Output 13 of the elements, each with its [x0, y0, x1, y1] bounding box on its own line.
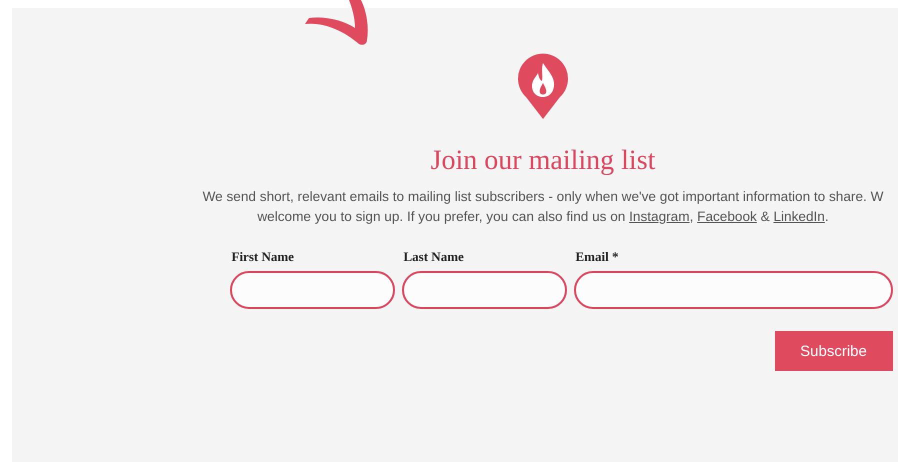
- field-label: Last Name: [402, 249, 465, 265]
- input-field[interactable]: [230, 271, 394, 309]
- heading: Join our mailing list: [430, 145, 656, 177]
- field-label: Email *: [574, 249, 620, 265]
- subscribe-button[interactable]: Subscribe: [774, 331, 892, 371]
- intro-text: We send short, relevant emails to mailing list subscribers - only when we've got important information to share. W welcome you to sign up. If you prefer, you can also find us on Instagram, Facebook & LinkedIn.: [202, 188, 884, 226]
- input-field[interactable]: [574, 271, 892, 309]
- field-label: First Name: [230, 249, 295, 265]
- social-link[interactable]: Instagram: [629, 209, 690, 224]
- social-link[interactable]: Facebook: [697, 209, 757, 224]
- input-field[interactable]: [402, 271, 566, 309]
- social-link[interactable]: LinkedIn: [773, 209, 825, 224]
- flame-pin-icon: [518, 53, 568, 119]
